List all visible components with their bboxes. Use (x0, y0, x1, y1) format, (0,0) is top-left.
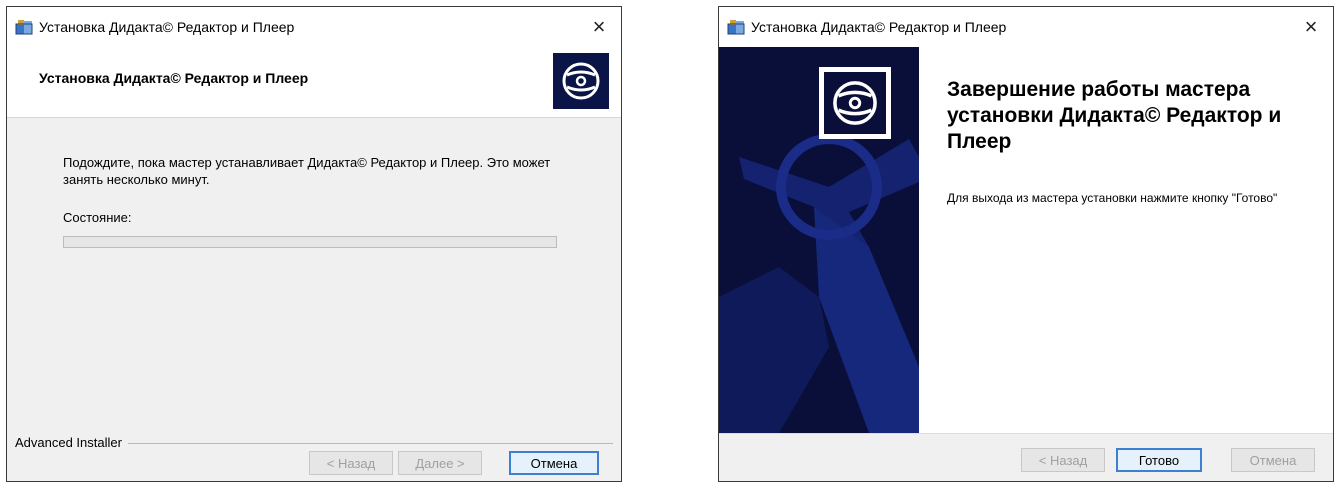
advanced-installer-label: Advanced Installer (15, 435, 128, 450)
wizard-body: Подождите, пока мастер устанавливает Дид… (7, 118, 621, 481)
finish-button[interactable]: Готово (1116, 448, 1202, 472)
wizard-side-banner (719, 47, 919, 433)
close-icon[interactable]: × (577, 7, 621, 47)
back-button[interactable]: < Назад (1021, 448, 1105, 472)
disc-logo-icon (819, 67, 891, 139)
installer-window-finish: Установка Дидакта© Редактор и Плеер × За… (718, 6, 1334, 482)
installer-app-icon (727, 20, 745, 35)
wizard-footer: < Назад Готово Отмена (719, 433, 1333, 481)
progress-description: Подождите, пока мастер устанавливает Дид… (63, 155, 551, 187)
close-icon[interactable]: × (1289, 7, 1333, 47)
installer-window-progress: Установка Дидакта© Редактор и Плеер × Ус… (6, 6, 622, 482)
title-bar[interactable]: Установка Дидакта© Редактор и Плеер × (719, 7, 1333, 47)
state-label: Состояние: (63, 210, 132, 225)
back-button[interactable]: < Назад (309, 451, 393, 475)
wizard-header: Установка Дидакта© Редактор и Плеер (7, 47, 621, 118)
disc-logo-icon (553, 53, 609, 109)
next-button[interactable]: Далее > (398, 451, 482, 475)
wizard-body: Завершение работы мастера установки Дида… (919, 47, 1333, 433)
install-progress-bar (63, 236, 557, 248)
finish-heading: Завершение работы мастера установки Дида… (947, 78, 1282, 153)
header-title: Установка Дидакта© Редактор и Плеер (39, 70, 309, 86)
installer-app-icon (15, 20, 33, 35)
window-title: Установка Дидакта© Редактор и Плеер (39, 19, 295, 35)
finish-instructions: Для выхода из мастера установки нажмите … (947, 191, 1278, 205)
cancel-button[interactable]: Отмена (1231, 448, 1315, 472)
cancel-button[interactable]: Отмена (509, 451, 599, 475)
installer-brand-divider: Advanced Installer (15, 435, 613, 450)
title-bar[interactable]: Установка Дидакта© Редактор и Плеер × (7, 7, 621, 47)
window-title: Установка Дидакта© Редактор и Плеер (751, 19, 1007, 35)
